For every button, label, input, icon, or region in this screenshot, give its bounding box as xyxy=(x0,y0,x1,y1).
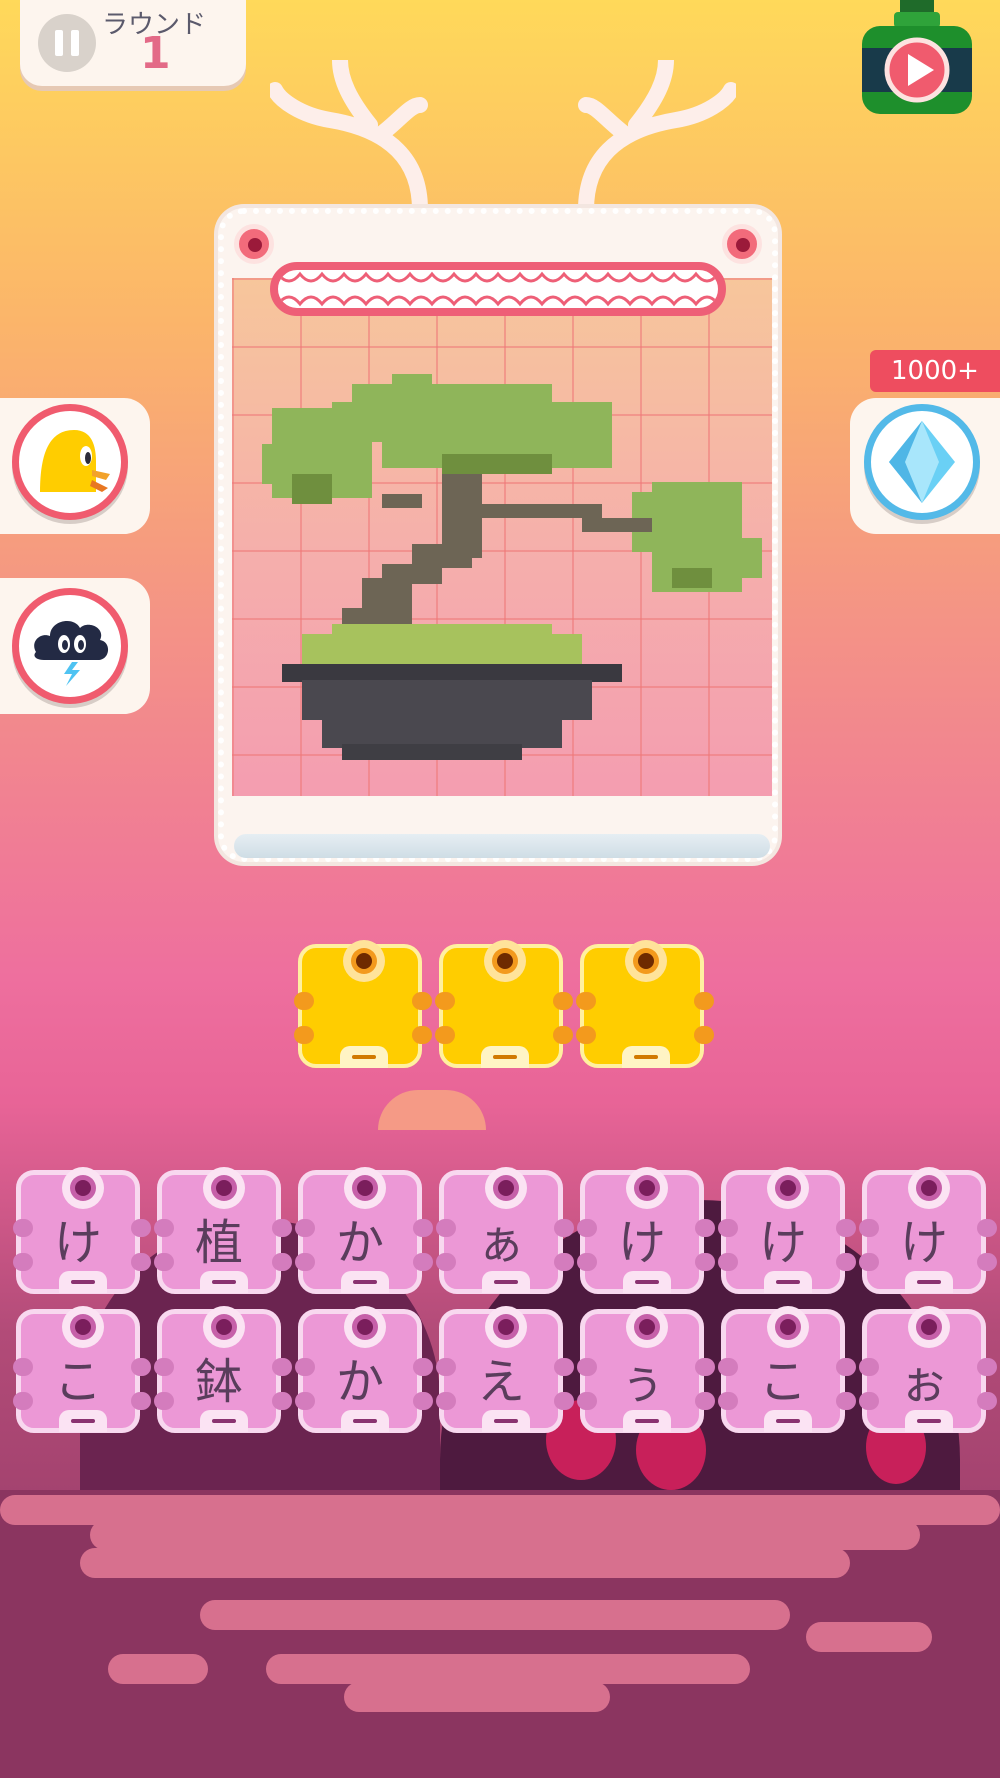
letter-tile[interactable]: ぉ xyxy=(859,1306,997,1433)
letter-tile[interactable]: え xyxy=(436,1306,574,1433)
tile-character: こ xyxy=(53,1354,102,1410)
tile-nub xyxy=(694,992,714,1010)
letter-tile[interactable]: か xyxy=(295,1306,433,1433)
tile-slot xyxy=(623,1271,671,1293)
tile-slot xyxy=(481,1046,529,1068)
pause-icon-bar xyxy=(71,30,79,56)
letter-tile[interactable]: か xyxy=(295,1167,433,1294)
letter-tile[interactable]: け xyxy=(718,1167,856,1294)
video-reward-button[interactable] xyxy=(860,0,974,116)
tile-character: け xyxy=(899,1215,948,1271)
tile-nub xyxy=(435,1026,455,1044)
monster-teeth xyxy=(278,271,718,307)
tile-character: こ xyxy=(758,1354,807,1410)
puzzle-picture xyxy=(232,278,772,796)
bonsai-tree-icon xyxy=(262,374,762,760)
mist-bar xyxy=(108,1654,208,1684)
storm-cloud-button[interactable] xyxy=(12,588,128,704)
tile-character: か xyxy=(335,1215,384,1271)
tile-character: ぅ xyxy=(617,1354,666,1410)
mist-bar xyxy=(344,1682,610,1712)
letter-tile[interactable]: け xyxy=(577,1167,715,1294)
tile-slot xyxy=(340,1046,388,1068)
tile-slot xyxy=(905,1410,953,1432)
monster-eye-left xyxy=(234,224,274,264)
diamond-gem-icon xyxy=(889,421,955,503)
tile-character: ぉ xyxy=(899,1354,948,1410)
storm-cloud-icon xyxy=(34,621,109,686)
letter-tile[interactable]: こ xyxy=(13,1306,151,1433)
gem-count-badge: 1000+ xyxy=(870,350,1000,392)
tile-slot xyxy=(764,1410,812,1432)
tile-character: け xyxy=(758,1215,807,1271)
picture-monster-frame xyxy=(218,208,778,862)
tile-nub xyxy=(576,1026,596,1044)
gem-shop-button[interactable] xyxy=(864,404,980,520)
round-panel: ラウンド 1 xyxy=(20,0,246,86)
tile-knob xyxy=(484,940,526,982)
tile-nub xyxy=(553,992,573,1010)
mist-bar xyxy=(90,1520,920,1550)
tile-nub xyxy=(694,1026,714,1044)
right-antler xyxy=(578,60,736,210)
tile-character: ぁ xyxy=(476,1215,525,1271)
answer-slot[interactable] xyxy=(294,940,432,1068)
tile-knob xyxy=(343,940,385,982)
tile-slot xyxy=(200,1271,248,1293)
tile-character: け xyxy=(53,1215,102,1271)
mist-bar xyxy=(266,1654,750,1684)
tile-slot xyxy=(764,1271,812,1293)
tile-slot xyxy=(482,1410,530,1432)
tile-nub xyxy=(294,1026,314,1044)
tile-nub xyxy=(294,992,314,1010)
pause-button[interactable] xyxy=(38,14,96,72)
pause-icon xyxy=(55,30,63,56)
tile-nub xyxy=(576,992,596,1010)
tile-character: え xyxy=(476,1354,525,1410)
tile-nub xyxy=(412,1026,432,1044)
tile-nub xyxy=(412,992,432,1010)
tile-slot xyxy=(905,1271,953,1293)
tile-nub xyxy=(553,1026,573,1044)
tile-slot xyxy=(622,1046,670,1068)
letter-tile[interactable]: け xyxy=(859,1167,997,1294)
monster-eye-right xyxy=(722,224,762,264)
tile-slot xyxy=(200,1410,248,1432)
tile-slot xyxy=(341,1271,389,1293)
tile-nub xyxy=(435,992,455,1010)
round-number: 1 xyxy=(140,28,171,79)
mist-bar xyxy=(200,1600,790,1630)
hint-bird-button[interactable] xyxy=(12,404,128,520)
cloud-decoration xyxy=(378,1090,486,1130)
tile-slot xyxy=(341,1410,389,1432)
monster-mouth xyxy=(270,262,726,316)
yellow-bird-hint-icon xyxy=(40,430,110,492)
answer-slot[interactable] xyxy=(435,940,573,1068)
tile-character: 植 xyxy=(194,1215,243,1271)
answer-slot[interactable] xyxy=(576,940,714,1068)
letter-tile[interactable]: 植 xyxy=(154,1167,292,1294)
mist-bar xyxy=(806,1622,932,1652)
tile-character: か xyxy=(335,1354,384,1410)
letter-tile[interactable]: こ xyxy=(718,1306,856,1433)
tile-knob xyxy=(625,940,667,982)
mist-bar xyxy=(80,1548,850,1578)
hint-card xyxy=(0,398,150,534)
tile-character: 鉢 xyxy=(194,1354,243,1410)
tile-character: け xyxy=(617,1215,666,1271)
left-antler xyxy=(270,60,428,210)
play-video-icon xyxy=(862,0,972,114)
letter-tile[interactable]: け xyxy=(13,1167,151,1294)
tile-slot xyxy=(59,1271,107,1293)
tile-slot xyxy=(59,1410,107,1432)
letter-tile[interactable]: ぁ xyxy=(436,1167,574,1294)
letter-tile[interactable]: ぅ xyxy=(577,1306,715,1433)
tile-slot xyxy=(482,1271,530,1293)
gem-card xyxy=(850,398,1000,534)
tile-slot xyxy=(623,1410,671,1432)
letter-tile[interactable]: 鉢 xyxy=(154,1306,292,1433)
monster-chin xyxy=(234,834,770,858)
bomb-card xyxy=(0,578,150,714)
